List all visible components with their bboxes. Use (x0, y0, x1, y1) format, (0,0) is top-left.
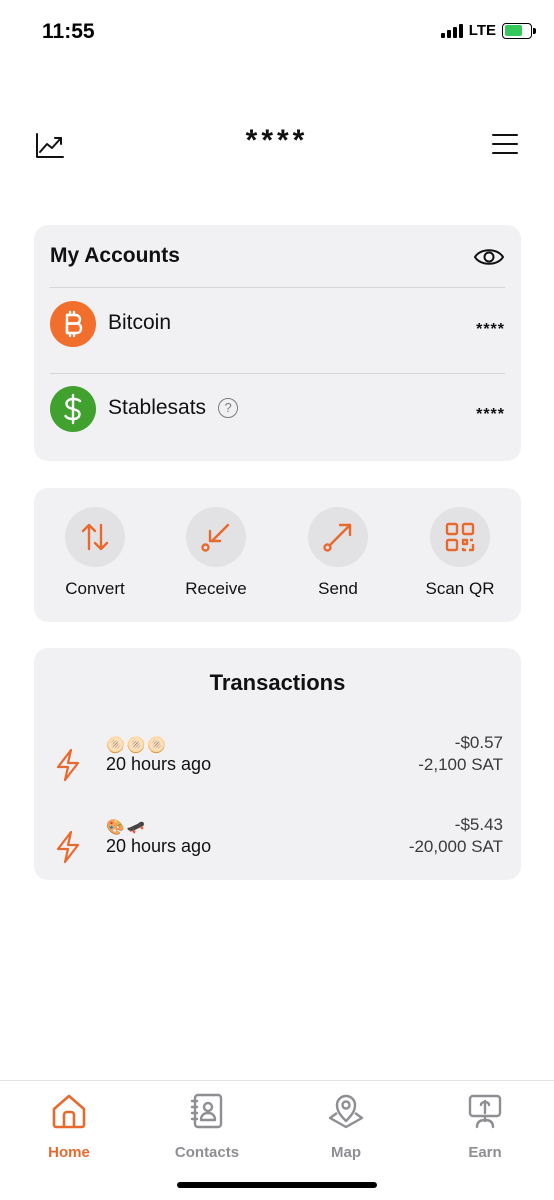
home-indicator (177, 1182, 377, 1188)
convert-icon (65, 507, 125, 567)
dollar-icon (50, 386, 96, 432)
account-balance: **** (476, 406, 505, 423)
transaction-amounts: -$5.43 -20,000 SAT (409, 814, 503, 858)
account-name: Bitcoin (108, 311, 172, 334)
transaction-memo: 🫓🫓🫓 (106, 737, 169, 754)
network-label: LTE (468, 22, 496, 39)
help-icon[interactable]: ? (218, 397, 239, 418)
eye-icon (473, 249, 505, 265)
accounts-title: My Accounts (50, 244, 180, 267)
contacts-icon (190, 1093, 223, 1129)
action-label: Scan QR (425, 579, 495, 598)
home-icon (52, 1094, 86, 1129)
qr-icon (430, 507, 490, 567)
balance-display[interactable]: **** (0, 124, 554, 158)
account-row-bitcoin[interactable]: Bitcoin **** (50, 301, 505, 353)
send-button[interactable]: Send (277, 507, 399, 599)
battery-icon (502, 22, 536, 39)
tab-label: Map (331, 1144, 361, 1161)
signal-icon (440, 23, 463, 38)
divider (50, 287, 505, 288)
tab-earn[interactable]: Earn (425, 1091, 545, 1161)
action-label: Send (318, 579, 358, 598)
tab-home[interactable]: Home (9, 1091, 129, 1161)
tab-label: Contacts (174, 1144, 240, 1161)
transaction-time: 20 hours ago (106, 754, 212, 774)
tab-label: Earn (468, 1144, 502, 1161)
tab-label: Home (48, 1144, 90, 1161)
transaction-memo: 🎨🛹 (106, 819, 148, 836)
toggle-balance-visibility-button[interactable] (473, 245, 505, 269)
action-label: Convert (65, 579, 125, 598)
account-name-wrapper: Stablesats? (108, 396, 239, 420)
actions-card: Convert Receive Send Scan QR (34, 488, 521, 622)
earn-icon (468, 1094, 502, 1129)
tab-contacts[interactable]: Contacts (147, 1091, 267, 1161)
transactions-title[interactable]: Transactions (34, 670, 521, 696)
send-icon (308, 507, 368, 567)
receive-button[interactable]: Receive (155, 507, 277, 599)
divider (50, 373, 505, 374)
action-label: Receive (185, 579, 247, 598)
account-balance: **** (476, 321, 505, 338)
lightning-icon (56, 830, 80, 864)
transaction-sat: -20,000 SAT (408, 837, 503, 856)
status-bar: 11:55 LTE (0, 0, 554, 68)
scan-qr-button[interactable]: Scan QR (399, 507, 521, 599)
transactions-card: Transactions 🫓🫓🫓 20 hours ago -$0.57 -2,… (34, 648, 521, 880)
hamburger-menu-icon (492, 134, 518, 154)
transaction-amounts: -$0.57 -2,100 SAT (418, 732, 503, 776)
transaction-time: 20 hours ago (106, 836, 212, 856)
receive-icon (186, 507, 246, 567)
tab-bar: Home Contacts Map Earn (0, 1080, 554, 1200)
transaction-row[interactable]: 🎨🛹 20 hours ago -$5.43 -20,000 SAT (34, 815, 521, 882)
status-indicators: LTE (440, 22, 536, 39)
tab-map[interactable]: Map (286, 1091, 406, 1161)
status-time: 11:55 (42, 20, 95, 43)
bitcoin-icon (50, 301, 96, 347)
convert-button[interactable]: Convert (34, 507, 156, 599)
map-icon (328, 1094, 364, 1129)
transaction-usd: -$0.57 (454, 733, 503, 752)
menu-button[interactable] (492, 132, 518, 156)
header: **** (0, 118, 554, 172)
account-name: Stablesats (108, 396, 207, 419)
account-row-stablesats[interactable]: Stablesats? **** (50, 386, 505, 438)
transaction-usd: -$5.43 (454, 815, 503, 834)
accounts-card: My Accounts Bitcoin **** Stablesats ? **… (34, 225, 521, 461)
transaction-row[interactable]: 🫓🫓🫓 20 hours ago -$0.57 -2,100 SAT (34, 733, 521, 800)
transaction-sat: -2,100 SAT (418, 755, 503, 774)
lightning-icon (56, 748, 80, 782)
